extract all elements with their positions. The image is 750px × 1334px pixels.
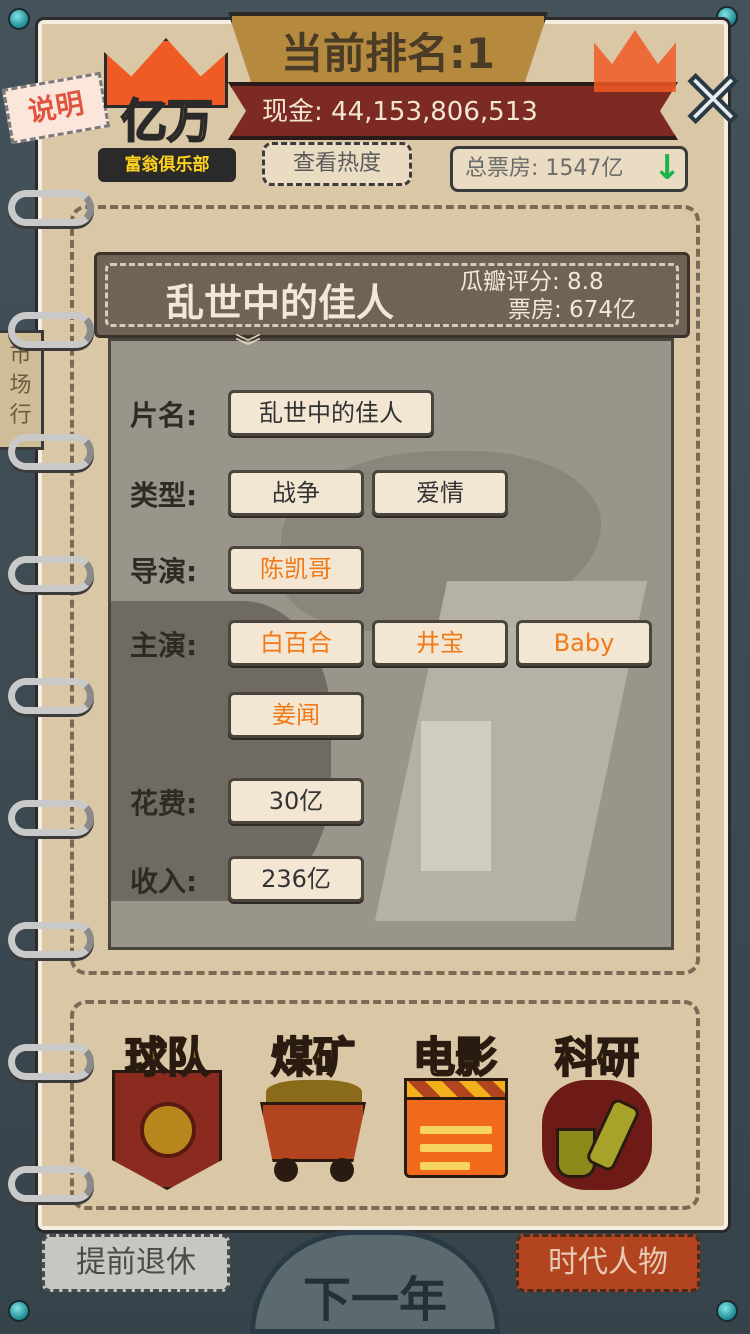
- cast-tag: Baby: [516, 620, 652, 666]
- rivet-icon: [8, 8, 30, 30]
- income-value: 236亿: [228, 856, 364, 902]
- poster-shape: [421, 721, 491, 871]
- clapper-line: [420, 1126, 492, 1134]
- binder-ring-icon: [8, 556, 94, 592]
- binder-ring-icon: [8, 312, 94, 348]
- binder-ring-icon: [8, 1044, 94, 1080]
- binder-ring-icon: [8, 922, 94, 958]
- binder-ring-icon: [8, 678, 94, 714]
- mine-cart-icon: [260, 1102, 366, 1162]
- cast-tag: 井宝: [372, 620, 508, 666]
- wheel-icon: [274, 1158, 298, 1182]
- category-label: 球队: [124, 1032, 210, 1083]
- football-icon: [140, 1102, 196, 1158]
- logo-main-text: 亿万: [120, 93, 214, 149]
- era-figures-button[interactable]: 时代人物: [516, 1234, 700, 1292]
- clapper-line: [420, 1144, 492, 1152]
- wheel-icon: [330, 1158, 354, 1182]
- arrow-down-icon: ↓: [652, 148, 682, 188]
- cast-tag: 白百合: [228, 620, 364, 666]
- binder-ring-icon: [8, 434, 94, 470]
- movie-rating: 瓜瓣评分: 8.8: [460, 269, 604, 295]
- view-heat-button[interactable]: 查看热度: [262, 142, 412, 186]
- category-research-button[interactable]: 科研: [532, 1030, 662, 1190]
- category-label: 煤矿: [270, 1032, 356, 1083]
- retire-early-button[interactable]: 提前退休: [42, 1234, 230, 1292]
- director-tag: 陈凯哥: [228, 546, 364, 592]
- movie-title: 乱世中的佳人: [166, 281, 395, 325]
- genre-tag: 战争: [228, 470, 364, 516]
- category-movie-button[interactable]: 电影: [390, 1030, 520, 1190]
- close-button[interactable]: ✕: [678, 60, 747, 142]
- genre-tag: 爱情: [372, 470, 508, 516]
- chevron-down-icon[interactable]: ︾: [228, 334, 268, 362]
- category-label: 电影: [412, 1032, 498, 1083]
- movie-box-office: 票房: 674亿: [508, 297, 636, 323]
- binder-ring-icon: [8, 1166, 94, 1202]
- side-tab-market[interactable]: 市场行: [0, 330, 44, 450]
- name-label: 片名:: [130, 399, 198, 432]
- binder-ring-icon: [8, 190, 94, 226]
- logo-sub-text: 富翁俱乐部: [98, 148, 236, 182]
- name-value: 乱世中的佳人: [228, 390, 434, 436]
- income-label: 收入:: [130, 865, 198, 898]
- binder-ring-icon: [8, 800, 94, 836]
- cast-tag: 姜闻: [228, 692, 364, 738]
- category-label: 科研: [554, 1032, 640, 1083]
- category-team-button[interactable]: 球队: [102, 1030, 232, 1190]
- movie-stats: 瓜瓣评分: 8.8 票房: 674亿: [460, 268, 680, 324]
- director-label: 导演:: [130, 555, 198, 588]
- rivet-icon: [716, 1300, 738, 1322]
- rank-text: 当前排名:1: [280, 29, 496, 78]
- category-coal-button[interactable]: 煤矿: [248, 1030, 378, 1190]
- cost-value: 30亿: [228, 778, 364, 824]
- genre-label: 类型:: [130, 479, 198, 512]
- cost-label: 花费:: [130, 787, 198, 820]
- rivet-icon: [8, 1300, 30, 1322]
- clapper-line: [420, 1162, 470, 1170]
- club-logo: 亿万 富翁俱乐部: [98, 38, 236, 188]
- cast-label: 主演:: [130, 629, 198, 662]
- cash-text: 现金: 44,153,806,513: [262, 97, 538, 127]
